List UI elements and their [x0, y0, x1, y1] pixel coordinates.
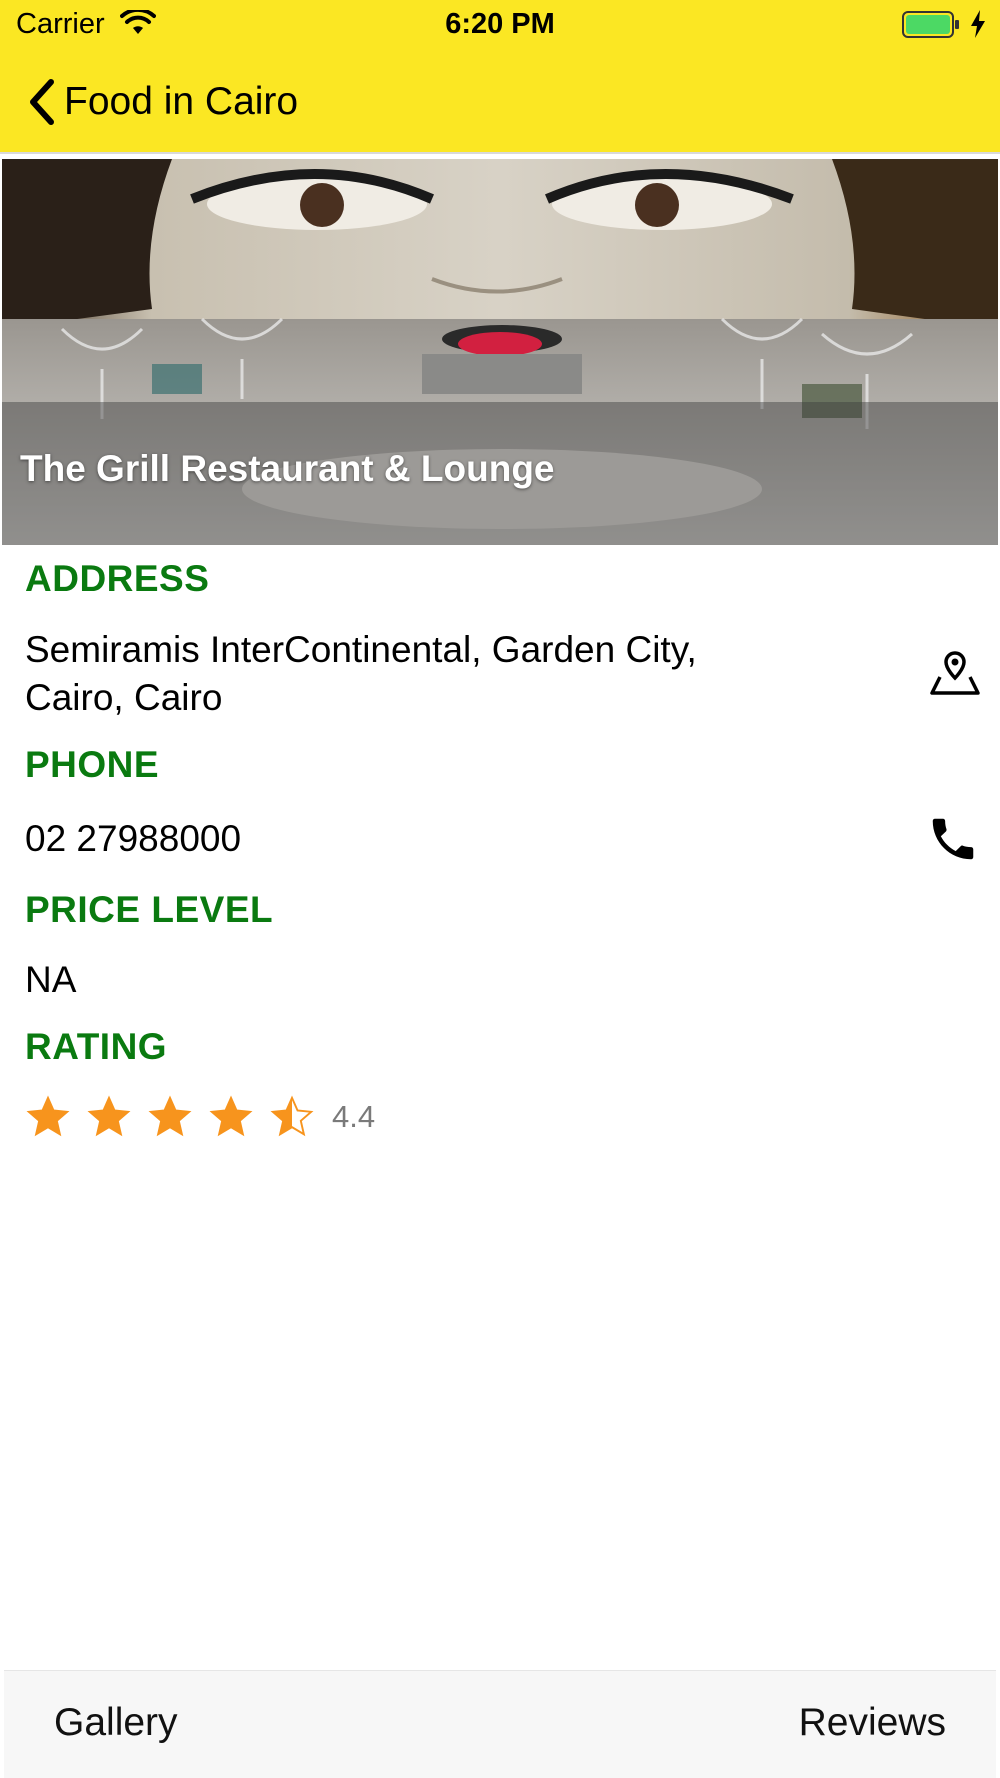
clock: 6:20 PM	[445, 8, 555, 40]
price-level-value: NA	[25, 959, 77, 1000]
header: Carrier 6:20 PM Food in Cairo	[0, 0, 1000, 154]
map-pin-icon[interactable]	[928, 647, 982, 701]
bottom-toolbar: Gallery Reviews	[4, 1670, 996, 1778]
gallery-button[interactable]: Gallery	[54, 1701, 178, 1745]
star-icon	[87, 1095, 131, 1137]
address-label: ADDRESS	[25, 558, 210, 599]
battery-icon	[902, 11, 959, 38]
address-line-1: Semiramis InterContinental, Garden City,	[25, 629, 697, 670]
star-icon	[148, 1095, 192, 1137]
rating-value: 4.4	[332, 1099, 376, 1134]
phone-number: 02 27988000	[25, 818, 242, 859]
rating-label: RATING	[25, 1026, 168, 1067]
rating-stars: 4.4	[25, 1090, 375, 1144]
charging-icon	[971, 10, 985, 38]
phone-icon[interactable]	[926, 812, 980, 866]
back-chevron-icon	[30, 79, 54, 125]
phone-label: PHONE	[25, 744, 160, 785]
star-icon	[270, 1095, 314, 1137]
back-button[interactable]: Food in Cairo	[24, 74, 298, 130]
reviews-button[interactable]: Reviews	[799, 1701, 946, 1745]
restaurant-detail-screen: Carrier 6:20 PM Food in Cairo The Grill …	[0, 0, 1000, 1778]
navigation-bar: Food in Cairo	[0, 62, 1000, 142]
status-bar: Carrier 6:20 PM	[0, 0, 1000, 50]
address-line-2: Cairo, Cairo	[25, 677, 223, 718]
back-label: Food in Cairo	[64, 80, 299, 123]
star-icon	[209, 1095, 253, 1137]
price-level-label: PRICE LEVEL	[25, 889, 274, 930]
star-icon	[26, 1095, 70, 1137]
restaurant-name: The Grill Restaurant & Lounge	[20, 448, 555, 489]
